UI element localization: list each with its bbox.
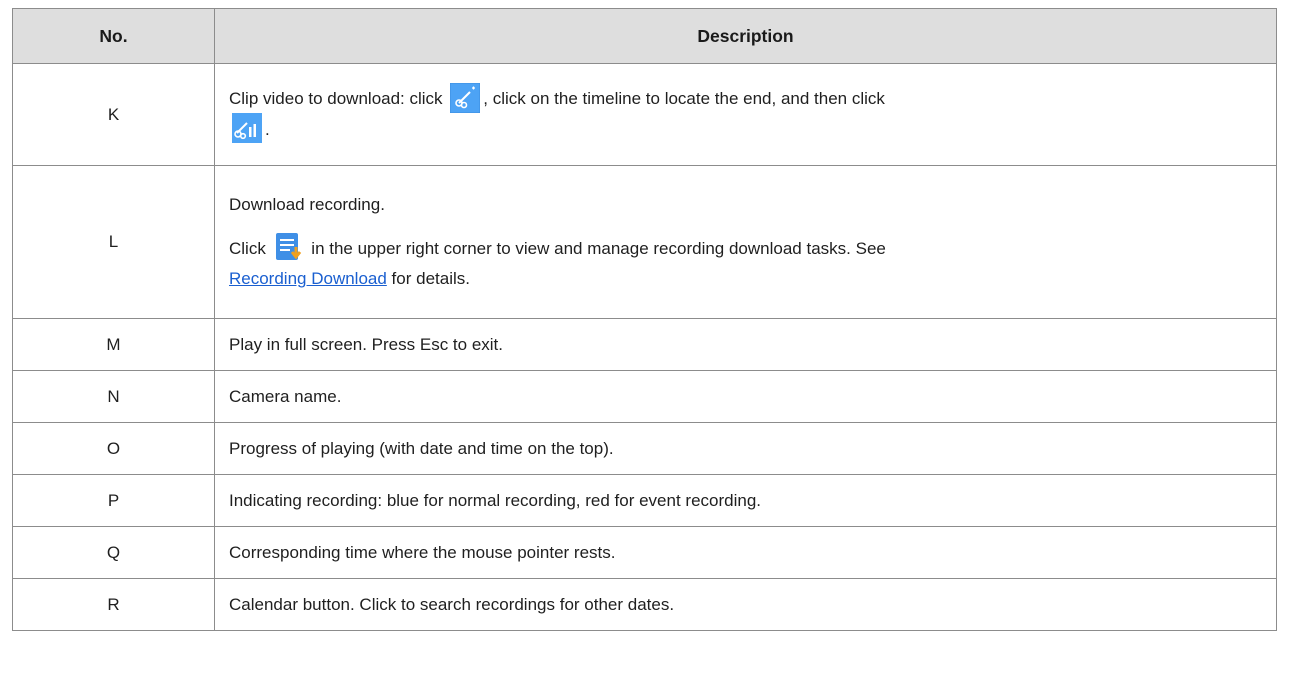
table-row: Q Corresponding time where the mouse poi…: [12, 526, 1277, 579]
row-description: Corresponding time where the mouse point…: [214, 526, 1277, 579]
clip-end-icon: [232, 113, 262, 144]
row-no: O: [12, 422, 215, 475]
desc-paragraph: Download recording.: [229, 194, 385, 214]
row-no: L: [12, 165, 215, 319]
desc-text: for details.: [386, 269, 470, 289]
row-no: M: [12, 318, 215, 371]
row-description: Camera name.: [214, 370, 1277, 423]
row-no: K: [12, 63, 215, 166]
table-header-row: No. Description: [12, 8, 1277, 64]
desc-text: in the upper right corner to view and ma…: [306, 238, 886, 258]
row-description: Progress of playing (with date and time …: [214, 422, 1277, 475]
table-row: N Camera name.: [12, 370, 1277, 423]
row-no: R: [12, 578, 215, 631]
row-description: Calendar button. Click to search recordi…: [214, 578, 1277, 631]
header-no: No.: [12, 8, 215, 64]
row-description: Clip video to download: click , click on…: [214, 63, 1277, 166]
description-table: No. Description K Clip video to download…: [12, 8, 1277, 631]
clip-start-icon: [450, 82, 481, 113]
recording-download-link[interactable]: Recording Download: [229, 269, 387, 288]
row-no: P: [12, 474, 215, 527]
table-row: R Calendar button. Click to search recor…: [12, 578, 1277, 631]
table-row: P Indicating recording: blue for normal …: [12, 474, 1277, 527]
header-description: Description: [214, 8, 1277, 64]
row-no: N: [12, 370, 215, 423]
table-row: K Clip video to download: click , click …: [12, 63, 1277, 166]
row-description: Indicating recording: blue for normal re…: [214, 474, 1277, 527]
desc-text: .: [265, 119, 270, 139]
table-row: L Download recording. Click in the upper…: [12, 165, 1277, 319]
download-tasks-icon: [274, 232, 304, 262]
row-description: Play in full screen. Press Esc to exit.: [214, 318, 1277, 371]
desc-text: Clip video to download: click: [229, 88, 448, 108]
desc-paragraph: Click in the upper right corner to view …: [229, 232, 1264, 295]
row-description: Download recording. Click in the upper r…: [214, 165, 1277, 319]
desc-text: Click: [229, 238, 271, 258]
desc-text: , click on the timeline to locate the en…: [483, 88, 885, 108]
row-no: Q: [12, 526, 215, 579]
table-row: M Play in full screen. Press Esc to exit…: [12, 318, 1277, 371]
table-row: O Progress of playing (with date and tim…: [12, 422, 1277, 475]
